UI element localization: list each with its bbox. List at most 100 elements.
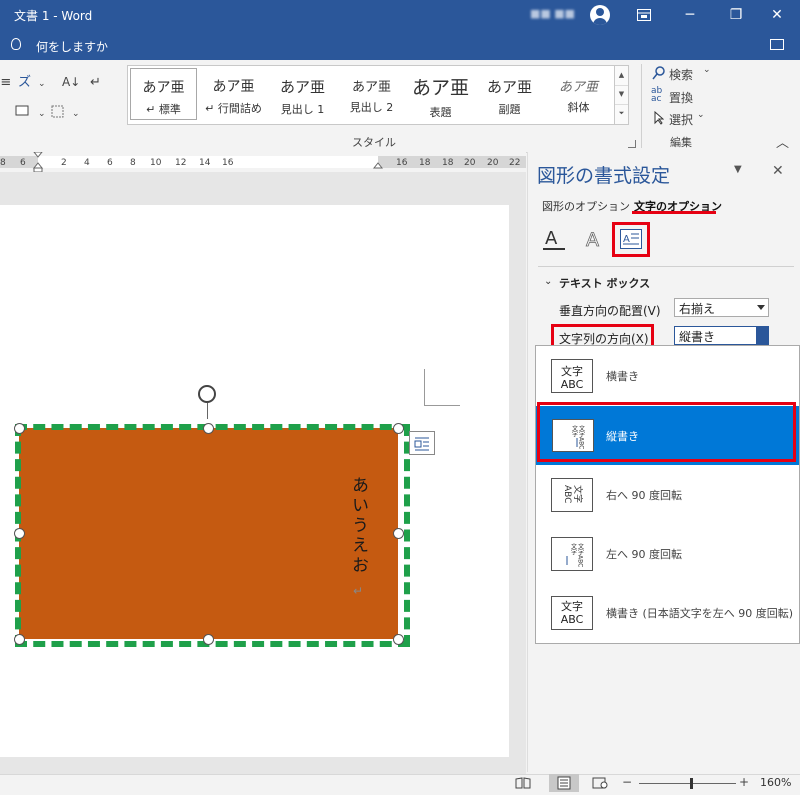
editing-group-label: 編集 <box>670 136 692 149</box>
chevron-down-icon[interactable]: ⌄ <box>544 276 552 287</box>
option-rotate-left-90[interactable]: 文字ABC 文字 左へ 90 度回転 <box>536 524 799 583</box>
chevron-down-icon[interactable]: ⌄ <box>703 65 711 75</box>
zoom-in-button[interactable]: + <box>739 775 749 789</box>
close-button[interactable]: ✕ <box>754 0 800 31</box>
print-layout-button[interactable] <box>549 774 579 792</box>
svg-text:|≡: |≡ <box>0 75 11 90</box>
ruler-tick: 6 <box>107 158 113 168</box>
gallery-scroll[interactable]: ▲ ▼ ⏷ <box>614 65 629 125</box>
vertical-alignment-select[interactable]: 右揃え <box>674 298 769 317</box>
resize-handle[interactable] <box>203 423 214 434</box>
avatar[interactable] <box>590 5 610 25</box>
ruler-tick: 16 <box>396 158 408 168</box>
option-label: 横書き (日本語文字を左へ 90 度回転) <box>606 607 794 620</box>
title-bar: 文書 1 - Word ■■ ■■ ─ ❐ ✕ <box>0 0 800 31</box>
rotate-handle-icon[interactable] <box>198 385 216 419</box>
chevron-down-icon[interactable] <box>757 305 765 310</box>
resize-handle[interactable] <box>393 528 404 539</box>
text-effects-icon[interactable]: A <box>582 226 606 252</box>
resize-handle[interactable] <box>393 423 404 434</box>
collapse-ribbon-icon[interactable]: ︿ <box>776 132 789 151</box>
style-name: 斜体 <box>567 101 590 114</box>
style-normal[interactable]: あア亜 ↵ 標準 <box>130 68 197 120</box>
paragraph-tools-icon[interactable]: |≡ ズ ⌄ A↓ ↵ ⌄ ⌄ <box>0 72 110 122</box>
section-header-textbox[interactable]: テキスト ボックス <box>559 275 650 291</box>
svg-text:ABC: ABC <box>562 485 572 503</box>
text-fill-outline-icon[interactable]: A <box>541 226 567 252</box>
style-heading-2[interactable]: あア亜 見出し 2 <box>338 68 405 120</box>
text-direction-dropdown[interactable]: 文字 ABC 横書き 文字ABC 文字 縦書き 文字 ABC 右へ 90 度回転 文字… <box>535 345 800 644</box>
option-horizontal-rotated-japanese[interactable]: 文字 ABC 横書き (日本語文字を左へ 90 度回転) <box>536 583 799 642</box>
ruler-tick: 8 <box>0 158 6 168</box>
comments-icon[interactable] <box>770 39 784 50</box>
chevron-down-icon[interactable]: ⌄ <box>697 110 705 120</box>
tell-me-input[interactable]: 何をしますか <box>36 38 108 55</box>
option-rotate-right-90[interactable]: 文字 ABC 右へ 90 度回転 <box>536 465 799 524</box>
text-direction-select[interactable]: 縦書き <box>674 326 769 345</box>
search-icon <box>652 66 665 80</box>
web-layout-icon[interactable] <box>592 777 608 789</box>
svg-text:文字: 文字 <box>572 485 584 503</box>
style-name: ↵ 標準 <box>146 103 181 116</box>
resize-handle[interactable] <box>393 634 404 645</box>
ribbon-display-options-icon[interactable] <box>621 0 667 31</box>
gallery-up-icon[interactable]: ▲ <box>615 66 628 86</box>
svg-text:⌄: ⌄ <box>72 109 80 119</box>
horizontal-ruler[interactable]: 8 6 2 4 6 8 10 12 14 16 16 18 18 20 20 2… <box>0 152 526 172</box>
resize-handle[interactable] <box>203 634 214 645</box>
style-subtitle[interactable]: あア亜 副題 <box>476 68 543 120</box>
ruler-tick: 12 <box>175 158 187 168</box>
styles-group-label: スタイル <box>352 136 396 149</box>
gallery-more-icon[interactable]: ⏷ <box>615 104 628 123</box>
find-button[interactable]: 検索 <box>669 66 693 83</box>
rotate-left-text-icon: 文字ABC 文字 <box>551 537 593 571</box>
layout-options-icon[interactable] <box>409 431 435 455</box>
textbox-layout-icon[interactable]: A <box>619 228 643 250</box>
styles-launcher-icon[interactable] <box>628 140 636 148</box>
replace-button[interactable]: 置換 <box>669 89 693 106</box>
zoom-slider-thumb[interactable] <box>690 778 693 789</box>
style-title[interactable]: あア亜 表題 <box>407 68 474 120</box>
select-button[interactable]: 選択 <box>669 111 693 128</box>
avatar-body <box>593 18 607 25</box>
avatar-head <box>596 8 604 16</box>
style-name: 見出し 1 <box>280 103 325 116</box>
style-heading-1[interactable]: あア亜 見出し 1 <box>269 68 336 120</box>
ruler-tick: 8 <box>130 158 136 168</box>
style-emphasis[interactable]: あア亜 斜体 <box>545 68 612 120</box>
zoom-out-button[interactable]: − <box>622 775 632 789</box>
pane-divider <box>538 266 794 267</box>
ruler-tick: 2 <box>61 158 67 168</box>
ruler-tick: 22 <box>509 158 521 168</box>
user-name[interactable]: ■■ ■■ <box>530 7 575 20</box>
svg-text:↵: ↵ <box>90 75 101 90</box>
zoom-level[interactable]: 160% <box>760 776 791 789</box>
window-title: 文書 1 - Word <box>14 9 93 23</box>
zoom-slider-track[interactable] <box>639 783 736 784</box>
tab-shape-options[interactable]: 図形のオプション <box>542 198 630 214</box>
shape-text[interactable]: あいうえお <box>348 476 371 576</box>
chevron-down-icon[interactable] <box>756 327 768 344</box>
resize-handle[interactable] <box>14 634 25 645</box>
resize-handle[interactable] <box>14 423 25 434</box>
style-sample: あア亜 <box>486 78 532 96</box>
minimize-button[interactable]: ─ <box>667 0 713 31</box>
vertical-alignment-label: 垂直方向の配置(V) <box>559 304 661 318</box>
ruler-tick: 4 <box>84 158 90 168</box>
restore-button[interactable]: ❐ <box>713 0 759 31</box>
style-no-spacing[interactable]: あア亜 ↵ 行間詰め <box>200 68 267 120</box>
style-sample: あア亜 <box>351 80 391 95</box>
style-gallery[interactable]: あア亜 ↵ 標準 あア亜 ↵ 行間詰め あア亜 見出し 1 あア亜 見出し 2 … <box>127 65 616 125</box>
margin-corner-mark <box>424 369 460 406</box>
gallery-down-icon[interactable]: ▼ <box>615 85 628 105</box>
style-name: ↵ 行間詰め <box>205 102 262 115</box>
read-mode-icon[interactable] <box>515 777 531 789</box>
style-sample: あア亜 <box>411 77 469 99</box>
close-pane-icon[interactable]: ✕ <box>772 163 784 179</box>
resize-handle[interactable] <box>14 528 25 539</box>
option-horizontal[interactable]: 文字 ABC 横書き <box>536 346 799 405</box>
ruler-tick: 10 <box>150 158 162 168</box>
style-sample: あア亜 <box>142 80 185 96</box>
pane-options-icon[interactable]: ▼ <box>734 164 742 175</box>
replace-icon: ab ac <box>651 86 663 104</box>
